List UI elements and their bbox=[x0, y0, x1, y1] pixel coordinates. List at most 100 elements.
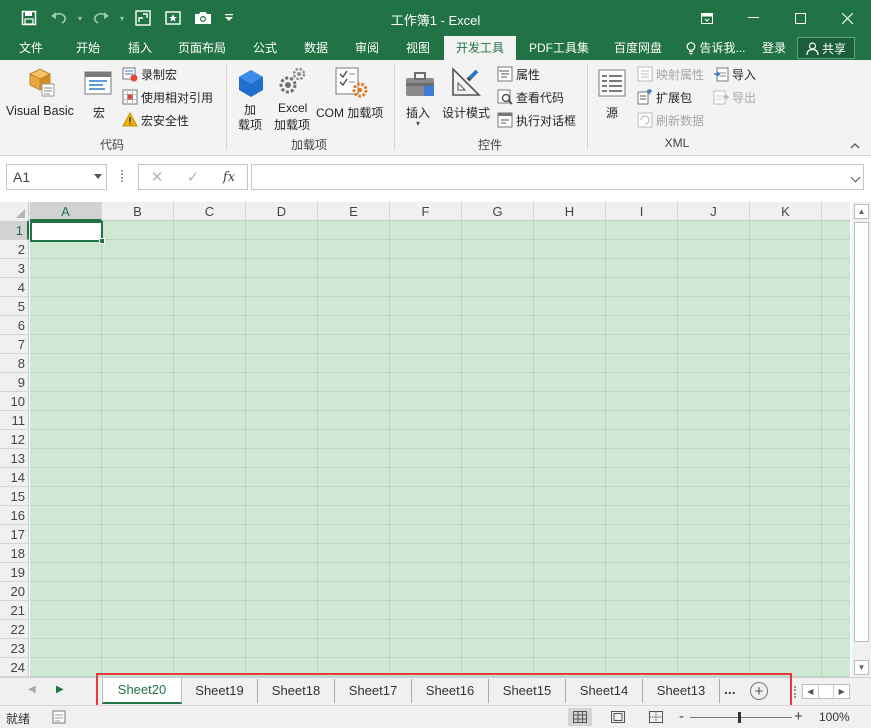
ribbon-display-options-icon[interactable] bbox=[683, 0, 730, 36]
record-macro-button[interactable]: 录制宏 bbox=[122, 64, 177, 84]
export-button[interactable]: 导出 bbox=[713, 87, 756, 107]
vertical-scrollbar[interactable]: ▲ ▼ bbox=[852, 202, 871, 677]
row-header[interactable]: 12 bbox=[0, 430, 29, 449]
more-sheets-button[interactable]: ... bbox=[724, 681, 736, 697]
tab-developer[interactable]: 开发工具 bbox=[444, 36, 516, 60]
design-mode-button[interactable]: 设计模式 bbox=[442, 64, 492, 124]
column-header[interactable]: K bbox=[750, 202, 822, 221]
column-header[interactable]: H bbox=[534, 202, 606, 221]
formula-input[interactable] bbox=[251, 164, 864, 190]
view-code-button[interactable]: 查看代码 bbox=[497, 87, 564, 107]
row-header[interactable]: 18 bbox=[0, 544, 29, 563]
undo-icon[interactable] bbox=[44, 3, 74, 33]
redo-dropdown-icon[interactable]: ▾ bbox=[116, 3, 128, 33]
row-header[interactable]: 16 bbox=[0, 506, 29, 525]
fill-handle[interactable] bbox=[99, 238, 105, 244]
customize-qat-icon[interactable] bbox=[218, 3, 240, 33]
map-properties-button[interactable]: 映射属性 bbox=[637, 64, 704, 84]
scrollbar-thumb[interactable] bbox=[854, 222, 869, 642]
tab-formulas[interactable]: 公式 bbox=[244, 36, 286, 60]
minimize-icon[interactable] bbox=[730, 0, 777, 36]
tab-data[interactable]: 数据 bbox=[295, 36, 337, 60]
scroll-left-icon[interactable]: ◀ bbox=[803, 685, 819, 698]
close-icon[interactable] bbox=[824, 0, 871, 36]
camera-icon[interactable] bbox=[188, 3, 218, 33]
tab-file[interactable]: 文件 bbox=[8, 36, 54, 60]
normal-view-icon[interactable] bbox=[568, 708, 592, 726]
insert-controls-button[interactable]: 插入 ▾ bbox=[402, 64, 438, 132]
row-header[interactable]: 3 bbox=[0, 259, 29, 278]
active-cell[interactable] bbox=[30, 221, 105, 244]
refresh-data-button[interactable]: 刷新数据 bbox=[637, 110, 704, 130]
sheet-tab[interactable]: Sheet17 bbox=[335, 679, 412, 703]
tab-split-grip-icon[interactable] bbox=[794, 686, 796, 698]
sheet-tab[interactable]: Sheet20 bbox=[102, 678, 182, 704]
sign-in-link[interactable]: 登录 bbox=[756, 36, 792, 60]
visual-basic-button[interactable]: Visual Basic bbox=[6, 64, 76, 124]
confirm-entry-icon[interactable]: ✓ bbox=[175, 168, 211, 186]
sheet-tab[interactable]: Sheet15 bbox=[489, 679, 566, 703]
column-header[interactable]: A bbox=[30, 202, 102, 221]
page-break-preview-icon[interactable] bbox=[644, 708, 668, 726]
macro-recording-icon[interactable] bbox=[52, 710, 66, 727]
scrollbar-thumb[interactable] bbox=[819, 685, 835, 698]
addins-button[interactable]: 加 载项 bbox=[234, 64, 268, 132]
share-button[interactable]: 共享 bbox=[797, 37, 855, 59]
tab-home[interactable]: 开始 bbox=[66, 36, 110, 60]
row-header[interactable]: 8 bbox=[0, 354, 29, 373]
expansion-packs-button[interactable]: 扩展包 bbox=[637, 87, 692, 107]
tab-view[interactable]: 视图 bbox=[397, 36, 439, 60]
row-header[interactable]: 5 bbox=[0, 297, 29, 316]
column-header[interactable]: F bbox=[390, 202, 462, 221]
row-header[interactable]: 7 bbox=[0, 335, 29, 354]
row-header[interactable]: 1 bbox=[0, 221, 29, 240]
select-all-corner[interactable] bbox=[0, 202, 29, 221]
row-header[interactable]: 13 bbox=[0, 449, 29, 468]
insert-function-icon[interactable]: fx bbox=[211, 170, 247, 185]
import-button[interactable]: 导入 bbox=[713, 64, 756, 84]
column-header[interactable]: B bbox=[102, 202, 174, 221]
macros-button[interactable]: 宏 bbox=[80, 64, 116, 124]
sheet-tab[interactable]: Sheet13 bbox=[643, 679, 720, 703]
row-header[interactable]: 17 bbox=[0, 525, 29, 544]
zoom-out-button[interactable]: - bbox=[679, 708, 684, 725]
row-header[interactable]: 4 bbox=[0, 278, 29, 297]
row-header[interactable]: 24 bbox=[0, 658, 29, 677]
column-header[interactable]: J bbox=[678, 202, 750, 221]
save-icon[interactable] bbox=[14, 3, 44, 33]
row-header[interactable]: 23 bbox=[0, 639, 29, 658]
zoom-level[interactable]: 100% bbox=[819, 710, 850, 724]
column-header[interactable]: I bbox=[606, 202, 678, 221]
column-header[interactable]: D bbox=[246, 202, 318, 221]
undo-dropdown-icon[interactable]: ▾ bbox=[74, 3, 86, 33]
scroll-right-icon[interactable]: ▶ bbox=[834, 685, 849, 698]
tab-pdf-tools[interactable]: PDF工具集 bbox=[524, 36, 594, 60]
scroll-down-icon[interactable]: ▼ bbox=[854, 660, 869, 675]
redo-icon[interactable] bbox=[86, 3, 116, 33]
tab-baidu-netdisk[interactable]: 百度网盘 bbox=[606, 36, 670, 60]
cell-area[interactable] bbox=[30, 221, 850, 677]
column-header[interactable]: C bbox=[174, 202, 246, 221]
row-header[interactable]: 11 bbox=[0, 411, 29, 430]
name-box[interactable]: A1 bbox=[6, 164, 107, 190]
row-header[interactable]: 14 bbox=[0, 468, 29, 487]
page-layout-view-icon[interactable] bbox=[606, 708, 630, 726]
row-header[interactable]: 10 bbox=[0, 392, 29, 411]
sheet-tab[interactable]: Sheet14 bbox=[566, 679, 643, 703]
macro-security-button[interactable]: 宏安全性 bbox=[122, 110, 189, 130]
row-header[interactable]: 22 bbox=[0, 620, 29, 639]
row-header[interactable]: 20 bbox=[0, 582, 29, 601]
sheet-tab[interactable]: Sheet18 bbox=[258, 679, 335, 703]
tab-insert[interactable]: 插入 bbox=[118, 36, 162, 60]
collapse-ribbon-icon[interactable] bbox=[850, 138, 862, 149]
excel-addins-button[interactable]: Excel 加载项 bbox=[272, 64, 314, 132]
xml-source-button[interactable]: 源 bbox=[595, 64, 629, 124]
maximize-icon[interactable] bbox=[777, 0, 824, 36]
com-addins-button[interactable]: COM 加载项 bbox=[316, 64, 388, 124]
column-header[interactable]: E bbox=[318, 202, 390, 221]
previous-sheet-icon[interactable]: ◀ bbox=[28, 684, 36, 695]
expand-formula-bar-icon[interactable] bbox=[850, 172, 861, 183]
tab-review[interactable]: 审阅 bbox=[346, 36, 388, 60]
properties-button[interactable]: 属性 bbox=[497, 64, 540, 84]
column-header[interactable]: G bbox=[462, 202, 534, 221]
